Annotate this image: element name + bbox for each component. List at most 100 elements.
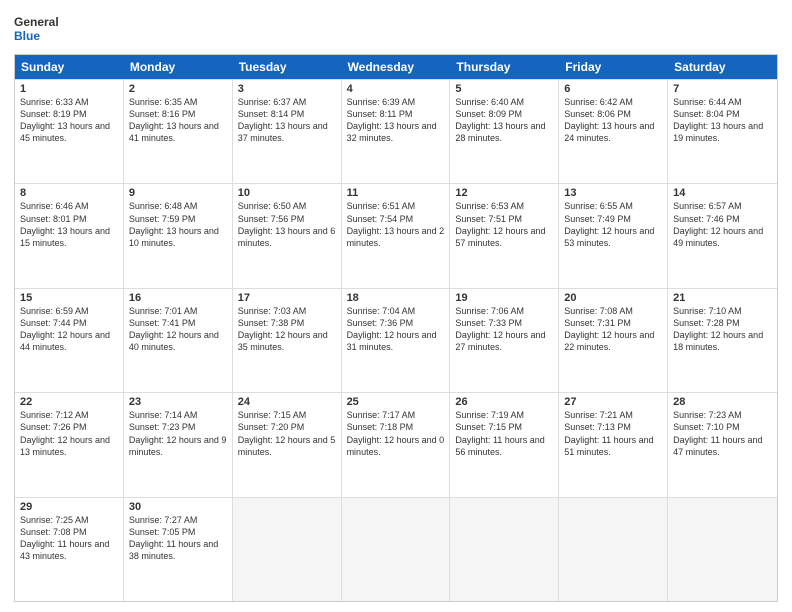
- day-number: 8: [20, 187, 118, 199]
- cal-cell-22: 22 Sunrise: 7:12 AMSunset: 7:26 PMDaylig…: [15, 393, 124, 496]
- cal-cell-21: 21 Sunrise: 7:10 AMSunset: 7:28 PMDaylig…: [668, 289, 777, 392]
- cell-info: Sunrise: 6:44 AMSunset: 8:04 PMDaylight:…: [673, 97, 763, 143]
- cell-info: Sunrise: 6:50 AMSunset: 7:56 PMDaylight:…: [238, 201, 336, 247]
- cal-cell-10: 10 Sunrise: 6:50 AMSunset: 7:56 PMDaylig…: [233, 184, 342, 287]
- svg-text:Blue: Blue: [14, 29, 40, 43]
- day-number: 19: [455, 292, 553, 304]
- cell-info: Sunrise: 6:53 AMSunset: 7:51 PMDaylight:…: [455, 201, 545, 247]
- cell-info: Sunrise: 7:03 AMSunset: 7:38 PMDaylight:…: [238, 306, 328, 352]
- day-number: 4: [347, 83, 445, 95]
- header-day-tuesday: Tuesday: [233, 55, 342, 79]
- cal-cell-28: 28 Sunrise: 7:23 AMSunset: 7:10 PMDaylig…: [668, 393, 777, 496]
- cal-cell-empty-4-5: [559, 498, 668, 601]
- cell-info: Sunrise: 6:57 AMSunset: 7:46 PMDaylight:…: [673, 201, 763, 247]
- cal-cell-6: 6 Sunrise: 6:42 AMSunset: 8:06 PMDayligh…: [559, 80, 668, 183]
- cal-cell-13: 13 Sunrise: 6:55 AMSunset: 7:49 PMDaylig…: [559, 184, 668, 287]
- cal-cell-8: 8 Sunrise: 6:46 AMSunset: 8:01 PMDayligh…: [15, 184, 124, 287]
- day-number: 3: [238, 83, 336, 95]
- cell-info: Sunrise: 7:27 AMSunset: 7:05 PMDaylight:…: [129, 515, 218, 561]
- day-number: 23: [129, 396, 227, 408]
- cell-info: Sunrise: 7:15 AMSunset: 7:20 PMDaylight:…: [238, 410, 336, 456]
- cal-cell-15: 15 Sunrise: 6:59 AMSunset: 7:44 PMDaylig…: [15, 289, 124, 392]
- cal-cell-7: 7 Sunrise: 6:44 AMSunset: 8:04 PMDayligh…: [668, 80, 777, 183]
- calendar-header: SundayMondayTuesdayWednesdayThursdayFrid…: [15, 55, 777, 79]
- cal-cell-empty-4-6: [668, 498, 777, 601]
- svg-text:General: General: [14, 15, 59, 29]
- day-number: 7: [673, 83, 772, 95]
- week-row-2: 8 Sunrise: 6:46 AMSunset: 8:01 PMDayligh…: [15, 183, 777, 287]
- cal-cell-27: 27 Sunrise: 7:21 AMSunset: 7:13 PMDaylig…: [559, 393, 668, 496]
- week-row-5: 29 Sunrise: 7:25 AMSunset: 7:08 PMDaylig…: [15, 497, 777, 601]
- day-number: 22: [20, 396, 118, 408]
- cell-info: Sunrise: 7:04 AMSunset: 7:36 PMDaylight:…: [347, 306, 437, 352]
- cal-cell-14: 14 Sunrise: 6:57 AMSunset: 7:46 PMDaylig…: [668, 184, 777, 287]
- cal-cell-30: 30 Sunrise: 7:27 AMSunset: 7:05 PMDaylig…: [124, 498, 233, 601]
- week-row-1: 1 Sunrise: 6:33 AMSunset: 8:19 PMDayligh…: [15, 79, 777, 183]
- cell-info: Sunrise: 6:51 AMSunset: 7:54 PMDaylight:…: [347, 201, 445, 247]
- header-day-thursday: Thursday: [450, 55, 559, 79]
- day-number: 27: [564, 396, 662, 408]
- cal-cell-24: 24 Sunrise: 7:15 AMSunset: 7:20 PMDaylig…: [233, 393, 342, 496]
- cal-cell-2: 2 Sunrise: 6:35 AMSunset: 8:16 PMDayligh…: [124, 80, 233, 183]
- cell-info: Sunrise: 6:35 AMSunset: 8:16 PMDaylight:…: [129, 97, 219, 143]
- cell-info: Sunrise: 7:19 AMSunset: 7:15 PMDaylight:…: [455, 410, 544, 456]
- cell-info: Sunrise: 7:10 AMSunset: 7:28 PMDaylight:…: [673, 306, 763, 352]
- day-number: 6: [564, 83, 662, 95]
- day-number: 2: [129, 83, 227, 95]
- cell-info: Sunrise: 6:59 AMSunset: 7:44 PMDaylight:…: [20, 306, 110, 352]
- logo: General Blue: [14, 10, 64, 48]
- calendar-body: 1 Sunrise: 6:33 AMSunset: 8:19 PMDayligh…: [15, 79, 777, 601]
- cal-cell-1: 1 Sunrise: 6:33 AMSunset: 8:19 PMDayligh…: [15, 80, 124, 183]
- header-day-wednesday: Wednesday: [342, 55, 451, 79]
- cal-cell-16: 16 Sunrise: 7:01 AMSunset: 7:41 PMDaylig…: [124, 289, 233, 392]
- cell-info: Sunrise: 7:08 AMSunset: 7:31 PMDaylight:…: [564, 306, 654, 352]
- day-number: 30: [129, 501, 227, 513]
- cell-info: Sunrise: 7:06 AMSunset: 7:33 PMDaylight:…: [455, 306, 545, 352]
- cell-info: Sunrise: 7:01 AMSunset: 7:41 PMDaylight:…: [129, 306, 219, 352]
- day-number: 21: [673, 292, 772, 304]
- header-day-friday: Friday: [559, 55, 668, 79]
- cal-cell-25: 25 Sunrise: 7:17 AMSunset: 7:18 PMDaylig…: [342, 393, 451, 496]
- day-number: 10: [238, 187, 336, 199]
- day-number: 24: [238, 396, 336, 408]
- cal-cell-23: 23 Sunrise: 7:14 AMSunset: 7:23 PMDaylig…: [124, 393, 233, 496]
- day-number: 12: [455, 187, 553, 199]
- day-number: 16: [129, 292, 227, 304]
- day-number: 5: [455, 83, 553, 95]
- day-number: 13: [564, 187, 662, 199]
- cal-cell-29: 29 Sunrise: 7:25 AMSunset: 7:08 PMDaylig…: [15, 498, 124, 601]
- header-day-monday: Monday: [124, 55, 233, 79]
- page-header: General Blue: [14, 10, 778, 48]
- cell-info: Sunrise: 6:37 AMSunset: 8:14 PMDaylight:…: [238, 97, 328, 143]
- cell-info: Sunrise: 7:21 AMSunset: 7:13 PMDaylight:…: [564, 410, 653, 456]
- week-row-3: 15 Sunrise: 6:59 AMSunset: 7:44 PMDaylig…: [15, 288, 777, 392]
- cal-cell-5: 5 Sunrise: 6:40 AMSunset: 8:09 PMDayligh…: [450, 80, 559, 183]
- day-number: 28: [673, 396, 772, 408]
- cell-info: Sunrise: 7:17 AMSunset: 7:18 PMDaylight:…: [347, 410, 445, 456]
- cell-info: Sunrise: 7:12 AMSunset: 7:26 PMDaylight:…: [20, 410, 110, 456]
- day-number: 14: [673, 187, 772, 199]
- cell-info: Sunrise: 7:23 AMSunset: 7:10 PMDaylight:…: [673, 410, 762, 456]
- week-row-4: 22 Sunrise: 7:12 AMSunset: 7:26 PMDaylig…: [15, 392, 777, 496]
- day-number: 18: [347, 292, 445, 304]
- cal-cell-empty-4-3: [342, 498, 451, 601]
- cal-cell-3: 3 Sunrise: 6:37 AMSunset: 8:14 PMDayligh…: [233, 80, 342, 183]
- day-number: 9: [129, 187, 227, 199]
- cal-cell-19: 19 Sunrise: 7:06 AMSunset: 7:33 PMDaylig…: [450, 289, 559, 392]
- cal-cell-9: 9 Sunrise: 6:48 AMSunset: 7:59 PMDayligh…: [124, 184, 233, 287]
- day-number: 20: [564, 292, 662, 304]
- cell-info: Sunrise: 6:42 AMSunset: 8:06 PMDaylight:…: [564, 97, 654, 143]
- cell-info: Sunrise: 7:14 AMSunset: 7:23 PMDaylight:…: [129, 410, 227, 456]
- cal-cell-empty-4-4: [450, 498, 559, 601]
- day-number: 17: [238, 292, 336, 304]
- cell-info: Sunrise: 6:40 AMSunset: 8:09 PMDaylight:…: [455, 97, 545, 143]
- cal-cell-empty-4-2: [233, 498, 342, 601]
- day-number: 26: [455, 396, 553, 408]
- cell-info: Sunrise: 6:48 AMSunset: 7:59 PMDaylight:…: [129, 201, 219, 247]
- cal-cell-11: 11 Sunrise: 6:51 AMSunset: 7:54 PMDaylig…: [342, 184, 451, 287]
- cell-info: Sunrise: 6:39 AMSunset: 8:11 PMDaylight:…: [347, 97, 437, 143]
- cal-cell-4: 4 Sunrise: 6:39 AMSunset: 8:11 PMDayligh…: [342, 80, 451, 183]
- calendar: SundayMondayTuesdayWednesdayThursdayFrid…: [14, 54, 778, 602]
- cell-info: Sunrise: 7:25 AMSunset: 7:08 PMDaylight:…: [20, 515, 109, 561]
- cal-cell-20: 20 Sunrise: 7:08 AMSunset: 7:31 PMDaylig…: [559, 289, 668, 392]
